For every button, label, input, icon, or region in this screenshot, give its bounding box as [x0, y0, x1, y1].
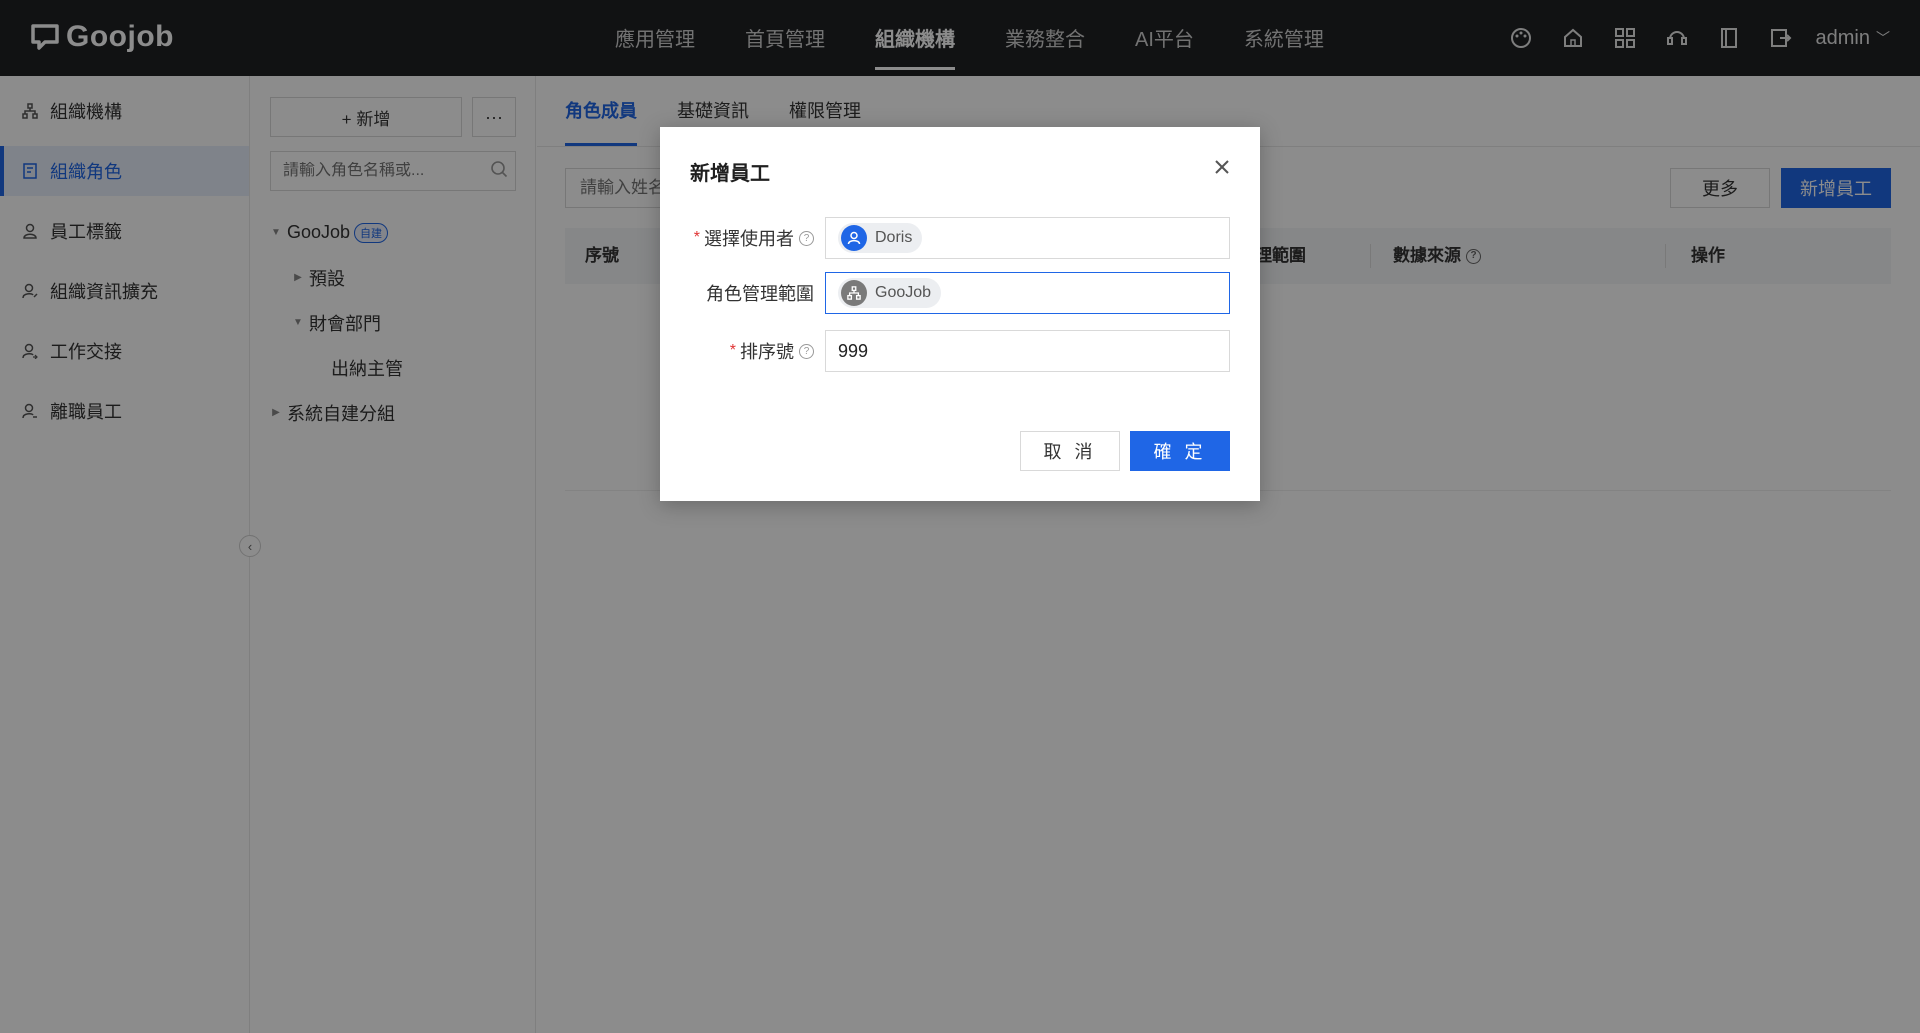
close-icon[interactable]	[1210, 155, 1234, 179]
required-asterisk: *	[693, 229, 700, 246]
field-label: 角色管理範圍	[690, 272, 814, 314]
user-chip: Doris	[838, 223, 923, 253]
role-scope-field[interactable]: GooJob	[825, 272, 1230, 314]
user-avatar-icon	[841, 225, 867, 251]
user-chip-label: Doris	[875, 229, 913, 246]
sort-number-input[interactable]: 999	[825, 330, 1230, 372]
field-label-text: 選擇使用者	[704, 229, 794, 249]
add-employee-dialog: 新增員工 * 選擇使用者 ? Doris 角色管理範圍 GooJob * 排序號…	[660, 127, 1260, 501]
field-role-scope: 角色管理範圍 GooJob	[660, 272, 1260, 314]
org-chip: GooJob	[838, 278, 942, 308]
dialog-title: 新增員工	[690, 163, 770, 185]
field-select-user: * 選擇使用者 ? Doris	[660, 217, 1260, 259]
required-asterisk: *	[729, 342, 736, 359]
help-icon[interactable]: ?	[799, 230, 814, 246]
field-label-text: 排序號	[740, 342, 794, 362]
field-sort-number: * 排序號 ? 999	[660, 330, 1260, 372]
cancel-button[interactable]: 取 消	[1020, 431, 1120, 471]
org-icon	[841, 280, 867, 306]
confirm-button[interactable]: 確 定	[1130, 431, 1230, 471]
org-chip-label: GooJob	[875, 284, 932, 301]
help-icon[interactable]: ?	[799, 343, 814, 359]
field-label-text: 角色管理範圍	[706, 284, 814, 304]
sort-number-value: 999	[838, 340, 869, 361]
field-label: * 排序號 ?	[690, 330, 814, 372]
field-label: * 選擇使用者 ?	[690, 217, 814, 259]
user-select-field[interactable]: Doris	[825, 217, 1230, 259]
